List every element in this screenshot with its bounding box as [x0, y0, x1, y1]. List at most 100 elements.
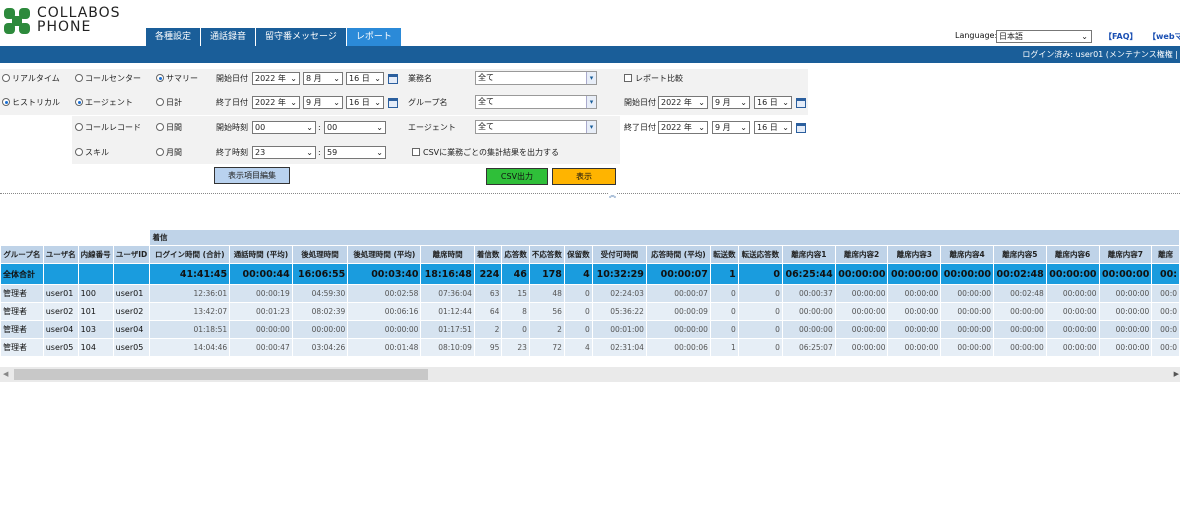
column-header[interactable]: 離席内容1: [781, 245, 836, 264]
start-year-select[interactable]: 2022 年 ⌄: [252, 72, 300, 85]
business-select[interactable]: 全て ▾: [475, 71, 597, 85]
column-header[interactable]: 内線番号: [77, 245, 114, 264]
table-cell: 04:59:30: [291, 284, 349, 303]
scroll-left-icon[interactable]: ◀: [3, 370, 8, 378]
tab-settings[interactable]: 各種設定: [146, 28, 202, 46]
group-select[interactable]: 全て ▾: [475, 95, 597, 109]
scroll-right-icon[interactable]: ▶: [1174, 370, 1179, 378]
compare-start-month-select[interactable]: 9 月 ⌄: [712, 96, 750, 109]
report-table-container[interactable]: 着信 グループ名 ユーザ名 内線番号 ユーザID ログイン時間 (合計) 通話時間 (平均…: [0, 229, 1180, 367]
end-minute-select[interactable]: 59 ⌄: [324, 146, 386, 159]
web-manual-link[interactable]: 【webマ: [1148, 31, 1180, 42]
faq-link[interactable]: 【FAQ】: [1104, 31, 1138, 42]
end-date-label: 終了日付: [216, 98, 248, 107]
column-header[interactable]: 転送数: [709, 245, 739, 264]
radio-call-record[interactable]: コールレコード: [75, 122, 141, 134]
report-compare-checkbox[interactable]: レポート比較: [624, 73, 683, 85]
total-cell: 46: [501, 263, 530, 285]
column-header[interactable]: 応答時間 (平均): [645, 245, 711, 264]
compare-end-year-select[interactable]: 2022 年 ⌄: [658, 121, 708, 134]
column-header[interactable]: 離席内容7: [1098, 245, 1153, 264]
compare-end-day-select[interactable]: 16 日 ⌄: [754, 121, 792, 134]
table-cell: 14:04:46: [149, 338, 231, 357]
radio-agent-circle: [75, 98, 83, 106]
total-cell: 10:32:29: [591, 263, 647, 285]
column-header[interactable]: 転送応答数: [737, 245, 783, 264]
radio-historical-circle: [2, 98, 10, 106]
horizontal-scrollbar[interactable]: ◀ ▶: [0, 367, 1180, 382]
calendar-icon[interactable]: [796, 98, 806, 108]
column-header[interactable]: 保留数: [563, 245, 593, 264]
start-day-select[interactable]: 16 日 ⌄: [346, 72, 384, 85]
table-cell: 00:00:00: [1098, 302, 1153, 321]
start-minute-select[interactable]: 00 ⌄: [324, 121, 386, 134]
column-header[interactable]: 離席: [1151, 245, 1180, 264]
column-header[interactable]: ログイン時間 (合計): [149, 245, 231, 264]
dropdown-arrow-icon[interactable]: ▾: [586, 96, 596, 108]
column-header[interactable]: 着信数: [473, 245, 503, 264]
csv-per-business-checkbox[interactable]: CSVに業務ごとの集計結果を出力する: [412, 147, 559, 159]
total-cell: 00:00:00: [834, 263, 889, 285]
radio-daily[interactable]: 日計: [156, 97, 182, 109]
column-header[interactable]: 通話時間 (平均): [229, 245, 293, 264]
compare-start-month-value: 9 月: [715, 98, 731, 107]
time-colon: :: [318, 123, 321, 132]
start-month-select[interactable]: 8 月 ⌄: [303, 72, 343, 85]
column-header[interactable]: 離席内容4: [940, 245, 995, 264]
calendar-icon[interactable]: [796, 123, 806, 133]
compare-start-day-select[interactable]: 16 日 ⌄: [754, 96, 792, 109]
radio-hourly[interactable]: 日間: [156, 122, 182, 134]
compare-end-month-select[interactable]: 9 月 ⌄: [712, 121, 750, 134]
compare-start-year-select[interactable]: 2022 年 ⌄: [658, 96, 708, 109]
tab-call-recording[interactable]: 通話録音: [201, 28, 257, 46]
column-header[interactable]: グループ名: [0, 245, 44, 264]
radio-historical[interactable]: ヒストリカル: [2, 97, 60, 109]
column-header[interactable]: 受付可時間: [591, 245, 647, 264]
dropdown-arrow-icon[interactable]: ▾: [586, 72, 596, 84]
column-header[interactable]: 後処理時間: [291, 245, 349, 264]
show-button[interactable]: 表示: [552, 168, 616, 185]
radio-realtime[interactable]: リアルタイム: [2, 73, 60, 85]
language-select[interactable]: 日本語 ⌄: [996, 30, 1092, 43]
table-cell: 管理者: [0, 284, 44, 303]
table-cell: 00:00:00: [940, 320, 995, 339]
calendar-icon[interactable]: [388, 98, 398, 108]
column-header[interactable]: ユーザ名: [42, 245, 79, 264]
report-compare-box: [624, 74, 632, 82]
column-header[interactable]: 不応答数: [528, 245, 565, 264]
column-header[interactable]: 離席内容5: [993, 245, 1047, 264]
end-day-value: 16 日: [349, 98, 370, 107]
start-hour-select[interactable]: 00 ⌄: [252, 121, 316, 134]
dropdown-arrow-icon[interactable]: ▾: [586, 121, 596, 133]
column-header[interactable]: 応答数: [501, 245, 530, 264]
tab-voicemail[interactable]: 留守番メッセージ: [256, 28, 347, 46]
end-hour-value: 23: [255, 148, 266, 157]
column-header[interactable]: ユーザID: [112, 245, 151, 264]
radio-agent[interactable]: エージェント: [75, 97, 133, 109]
scrollbar-thumb[interactable]: [14, 369, 428, 380]
end-year-select[interactable]: 2022 年 ⌄: [252, 96, 300, 109]
end-hour-select[interactable]: 23 ⌄: [252, 146, 316, 159]
radio-monthly[interactable]: 月間: [156, 147, 182, 159]
agent-select[interactable]: 全て ▾: [475, 120, 597, 134]
column-header[interactable]: 離席時間: [420, 245, 475, 264]
column-header[interactable]: 離席内容3: [887, 245, 942, 264]
radio-monthly-label: 月間: [166, 148, 182, 157]
calendar-icon[interactable]: [388, 74, 398, 84]
radio-summary[interactable]: サマリー: [156, 73, 198, 85]
radio-skill[interactable]: スキル: [75, 147, 109, 159]
collapse-icon[interactable]: ︽: [608, 191, 617, 199]
end-month-select[interactable]: 9 月 ⌄: [303, 96, 343, 109]
table-cell: 00:00:00: [1045, 302, 1100, 321]
tab-report[interactable]: レポート: [346, 28, 402, 46]
table-cell: 00:0: [1151, 320, 1180, 339]
radio-call-center[interactable]: コールセンター: [75, 73, 141, 85]
csv-export-button[interactable]: CSV出力: [486, 168, 548, 185]
compare-start-date-label: 開始日付: [624, 98, 656, 107]
column-header[interactable]: 離席内容6: [1045, 245, 1100, 264]
edit-columns-button[interactable]: 表示項目編集: [214, 167, 290, 184]
end-day-select[interactable]: 16 日 ⌄: [346, 96, 384, 109]
total-cell: 00:03:40: [347, 263, 422, 285]
column-header[interactable]: 後処理時間 (平均): [347, 245, 422, 264]
column-header[interactable]: 離席内容2: [834, 245, 889, 264]
